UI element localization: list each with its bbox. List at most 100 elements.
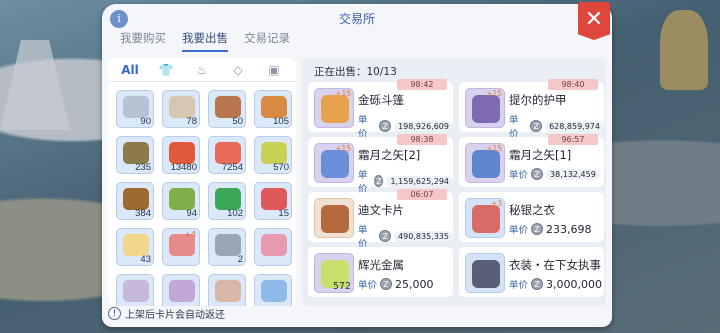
listing-thumbnail: +15: [465, 143, 505, 183]
category-bar: All 👕 ♨ ◇ ▣: [108, 58, 296, 82]
listing-name: 金砾斗篷: [358, 93, 404, 107]
panel-title: 交易所: [338, 12, 375, 26]
listing-name: 衣装・在下女执事: [509, 258, 601, 272]
item-icon: [261, 188, 287, 210]
inventory-slot[interactable]: 102: [208, 182, 246, 220]
tab-1[interactable]: 我要出售: [182, 30, 228, 52]
item-icon: [215, 188, 241, 210]
item-icon: [215, 142, 241, 164]
inventory-slot[interactable]: [162, 274, 200, 306]
item-icon: [123, 96, 149, 118]
inventory-slot[interactable]: 50: [208, 90, 246, 128]
listing-thumbnail: +15: [314, 143, 354, 183]
listing-card[interactable]: 572 辉光金属 单价 Z 25,000: [308, 247, 453, 297]
inventory-slot[interactable]: [116, 274, 154, 306]
listing-thumbnail: [465, 253, 505, 293]
diamond-icon[interactable]: ◇: [220, 63, 256, 77]
item-icon: [215, 96, 241, 118]
listing-thumbnail: [314, 198, 354, 238]
refine-level: +4: [184, 230, 196, 239]
zeny-coin-icon: Z: [531, 168, 544, 180]
item-icon: [472, 260, 500, 288]
tab-0[interactable]: 我要购买: [120, 30, 166, 52]
inventory-slot[interactable]: 43: [116, 228, 154, 266]
price-row: 单价 Z 38,132,459: [509, 167, 600, 181]
item-quantity: 50: [232, 116, 243, 127]
inventory-slot[interactable]: 13480: [162, 136, 200, 174]
item-icon: [215, 280, 241, 302]
tab-2[interactable]: 交易记录: [244, 30, 290, 52]
item-icon: [472, 150, 500, 178]
background-statue: [660, 10, 708, 90]
shirt-icon[interactable]: 👕: [148, 63, 184, 77]
listing-card[interactable]: 06:07 迪文卡片 单价 Z 490,835,335: [308, 189, 453, 250]
price-label: 单价: [358, 115, 368, 140]
item-quantity: 235: [135, 162, 151, 173]
refine-level: +15: [486, 89, 502, 98]
item-icon: [169, 280, 195, 302]
inventory-slot[interactable]: 105: [254, 90, 292, 128]
item-quantity: 384: [135, 208, 151, 219]
inventory-slot[interactable]: +4: [162, 228, 200, 266]
item-quantity: 570: [273, 162, 289, 173]
inventory-slot[interactable]: 384: [116, 182, 154, 220]
inventory-slot[interactable]: [254, 274, 292, 306]
refine-level: +15: [486, 144, 502, 153]
listing-card[interactable]: 96:57 +15 霜月之矢[1] 单价 Z 38,132,459: [459, 134, 604, 187]
zeny-coin-icon: Z: [374, 175, 384, 187]
price-row: 单价 Z 490,835,335: [358, 222, 453, 250]
inventory-panel: All 👕 ♨ ◇ ▣ 90 78 50 105 235 13480 7254 570 384 94 102…: [108, 58, 296, 306]
selling-panel: 正在出售：10/13 98:42 +15 金砾斗篷 单价 Z 198,926,609 98:…: [302, 58, 606, 306]
price-label: 单价: [509, 280, 529, 291]
listing-price: 233,698: [546, 222, 592, 236]
listing-timer: 98:42: [397, 79, 447, 90]
inventory-slot[interactable]: 15: [254, 182, 292, 220]
listing-card[interactable]: 98:40 +15 提尔的护甲 单价 Z 628,859,974: [459, 79, 604, 140]
inventory-slot[interactable]: [208, 274, 246, 306]
tab-bar: 我要购买 我要出售 交易记录: [120, 30, 290, 52]
listing-card[interactable]: 98:38 +15 霜月之矢[2] 单价 Z 1,159,625,294: [308, 134, 453, 195]
item-icon: [261, 142, 287, 164]
inventory-slot[interactable]: 94: [162, 182, 200, 220]
refine-level: +3: [490, 199, 502, 208]
item-icon: [321, 150, 349, 178]
item-icon: [123, 142, 149, 164]
inventory-slot[interactable]: 7254: [208, 136, 246, 174]
inventory-slot[interactable]: 570: [254, 136, 292, 174]
inventory-slot[interactable]: [254, 228, 292, 266]
inventory-slot[interactable]: 235: [116, 136, 154, 174]
item-icon: [169, 96, 195, 118]
close-button[interactable]: ✕: [578, 2, 610, 40]
listing-card[interactable]: 衣装・在下女执事 单价 Z 3,000,000: [459, 247, 604, 297]
listing-thumbnail: +15: [465, 88, 505, 128]
item-quantity: 572: [332, 281, 351, 292]
item-quantity: 43: [140, 254, 151, 265]
listing-price: 38,132,459: [546, 168, 600, 180]
inventory-slot[interactable]: 90: [116, 90, 154, 128]
price-label: 单价: [509, 115, 519, 140]
item-icon: [472, 95, 500, 123]
selling-list: 98:42 +15 金砾斗篷 单价 Z 198,926,609 98:40 +15 提尔的护甲单…: [308, 79, 604, 297]
listing-name: 秘银之衣: [509, 203, 555, 217]
refine-level: +15: [335, 89, 351, 98]
price-row: 单价 Z 233,698: [509, 222, 592, 237]
listing-thumbnail: +15: [314, 88, 354, 128]
listing-thumbnail: +3: [465, 198, 505, 238]
price-label: 单价: [509, 225, 529, 236]
inventory-slot[interactable]: 78: [162, 90, 200, 128]
background-tower: [0, 40, 70, 130]
item-icon: [261, 234, 287, 256]
gourd-icon[interactable]: ♨: [184, 63, 220, 77]
price-label: 单价: [358, 280, 378, 291]
listing-name: 霜月之矢[1]: [509, 148, 572, 162]
listing-thumbnail: 572: [314, 253, 354, 293]
listing-card[interactable]: 98:42 +15 金砾斗篷 单价 Z 198,926,609: [308, 79, 453, 140]
listing-price: 1,159,625,294: [386, 175, 453, 187]
item-icon: [169, 142, 195, 164]
listing-card[interactable]: +3 秘银之衣单价 Z 233,698: [459, 192, 604, 242]
zeny-coin-icon: Z: [380, 278, 393, 290]
inventory-slot[interactable]: 2: [208, 228, 246, 266]
category-all[interactable]: All: [112, 63, 148, 77]
card-icon[interactable]: ▣: [256, 63, 292, 77]
listing-price: 198,926,609: [394, 120, 453, 132]
